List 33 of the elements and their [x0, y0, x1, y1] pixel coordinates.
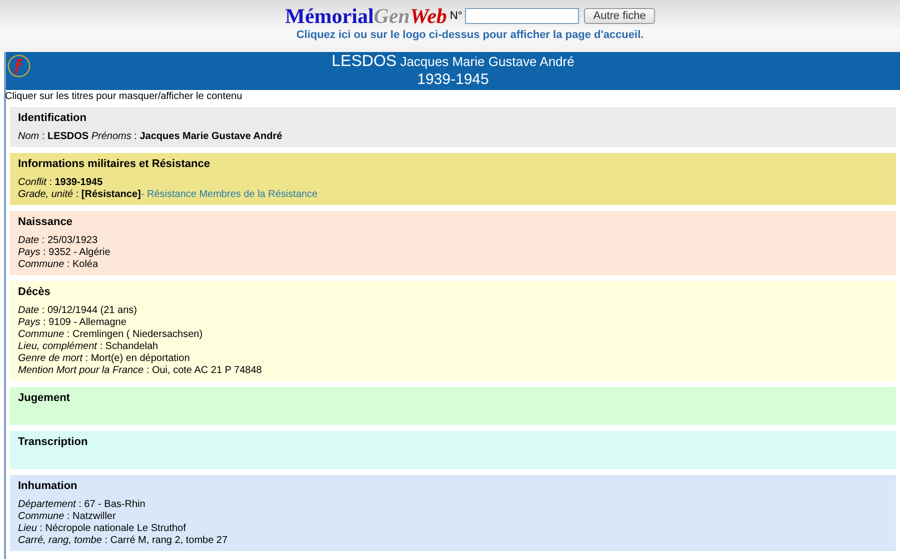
section-title[interactable]: Jugement	[18, 392, 888, 404]
letter-f-icon	[7, 54, 31, 78]
field-line: Date : 09/12/1944 (21 ans)	[18, 305, 138, 317]
field-line: Commune : Koléa	[18, 259, 100, 271]
field-line: Lieu, complément : Schandelah	[18, 341, 160, 353]
number-label: N°	[450, 10, 462, 22]
site-logo[interactable]: MémorialGenWeb	[285, 5, 447, 27]
conflict-period: 1939-1945	[417, 71, 489, 89]
field-line: Mention Mort pour la France : Oui, cote AC 21 P 74848	[18, 365, 263, 377]
field-line: Pays : 9109 - Allemagne	[18, 317, 128, 329]
field-line: Nom : LESDOS Prénoms : Jacques Marie Gustave André	[18, 131, 284, 143]
unit-link[interactable]: - Résistance Membres de la Résistance	[140, 189, 318, 200]
field-line: Commune : Cremlingen ( Niedersachsen)	[18, 329, 204, 341]
field-line: Département : 67 - Bas-Rhin	[18, 499, 146, 511]
home-link[interactable]: Cliquez ici ou sur le logo ci-dessus pour afficher la page d'accueil.	[296, 29, 644, 41]
field-line: Carré, rang, tombe : Carré M, rang 2, tombe 27	[18, 535, 229, 547]
section-title[interactable]: Identification	[18, 112, 888, 124]
section-title[interactable]: Informations militaires et Résistance	[18, 158, 888, 170]
field-line: Date : 25/03/1923	[18, 235, 99, 247]
section-title[interactable]: Décès	[18, 286, 888, 298]
field-line: Lieu : Nécropole nationale Le Struthof	[18, 523, 187, 535]
field-line: Pays : 9352 - Algérie	[18, 247, 112, 259]
section-title[interactable]: Transcription	[18, 436, 888, 448]
number-field[interactable]	[465, 8, 580, 24]
field-line: Conflit : 1939-1945	[18, 177, 104, 189]
field-line: Commune : Natzwiller	[18, 511, 117, 523]
other-record-button[interactable]: Autre fiche	[584, 8, 655, 24]
field-line: Genre de mort : Mort(e) en déportation	[18, 353, 191, 365]
section-title[interactable]: Inhumation	[18, 480, 888, 492]
section-title[interactable]: Naissance	[18, 216, 888, 228]
hint-text: Cliquer sur les titres pour masquer/afficher le contenu	[5, 90, 244, 103]
field-line: Grade, unité : [Résistance]- Résistance Membres de la Résistance	[18, 189, 319, 201]
person-name: LESDOS Jacques Marie Gustave André	[332, 53, 574, 71]
